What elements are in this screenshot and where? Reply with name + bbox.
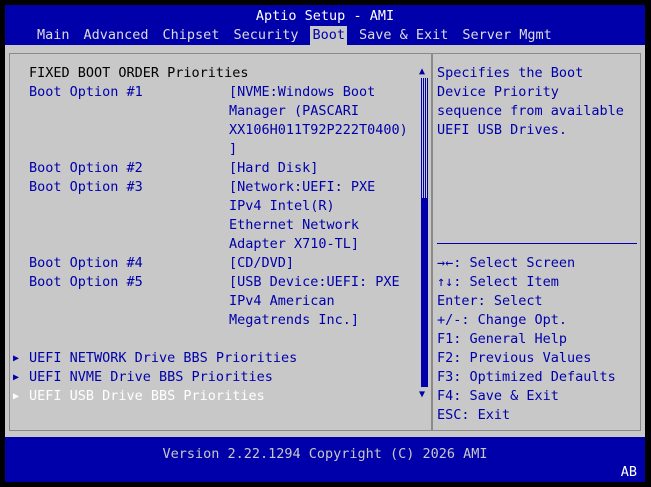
submenu-uefi-nvme[interactable]: UEFI NVME Drive BBS Priorities (29, 368, 273, 387)
app-title: Aptio Setup - AMI (255, 8, 395, 24)
tab-boot[interactable]: Boot (310, 26, 347, 45)
menu-tabs: Main Advanced Chipset Security Boot Save… (35, 26, 564, 45)
tab-server-mgmt[interactable]: Server Mgmt (460, 26, 553, 45)
boot-option-4-label[interactable]: Boot Option #4 (29, 254, 143, 273)
submenu-arrow-icon: ▶ (13, 353, 20, 364)
boot-option-5-value-line-2[interactable]: IPv4 American (229, 292, 335, 311)
scroll-down-icon[interactable]: ▼ (419, 389, 425, 401)
submenu-uefi-usb[interactable]: UEFI USB Drive BBS Priorities (29, 387, 265, 406)
boot-option-3-value-line-2[interactable]: IPv4 Intel(R) (229, 197, 335, 216)
scrollbar-lower (421, 198, 428, 387)
submenu-arrow-icon: ▶ (13, 391, 20, 402)
key-help-save-exit: F4: Save & Exit (437, 388, 559, 404)
status-badge: AB (620, 464, 637, 480)
boot-option-3-value-line-1[interactable]: [Network:UEFI: PXE (229, 178, 375, 197)
boot-option-1-value-line-1[interactable]: [NVME:Windows Boot (229, 83, 375, 102)
boot-option-1-label[interactable]: Boot Option #1 (29, 83, 143, 102)
key-help-esc-exit: ESC: Exit (437, 407, 511, 423)
help-divider (437, 243, 637, 244)
key-help-select-screen: →←: Select Screen (437, 255, 576, 271)
key-help-select-item: ↑↓: Select Item (437, 274, 559, 290)
key-help-optimized-defaults: F3: Optimized Defaults (437, 369, 616, 385)
help-text-line-2: Device Priority (437, 84, 559, 100)
boot-option-1-value-line-3[interactable]: XX106H011T92P222T0400) (229, 121, 408, 140)
boot-option-3-label[interactable]: Boot Option #3 (29, 178, 143, 197)
boot-option-5-value-line-3[interactable]: Megatrends Inc.] (229, 311, 359, 330)
boot-option-3-value-line-4[interactable]: Adapter X710-TL] (229, 235, 359, 254)
footer-bar: Version 2.22.1294 Copyright (C) 2026 AMI… (5, 437, 645, 482)
version-text: Version 2.22.1294 Copyright (C) 2026 AMI (162, 446, 488, 462)
title-bar: Aptio Setup - AMI Main Advanced Chipset … (5, 5, 645, 45)
key-help-change-opt: +/-: Change Opt. (437, 312, 568, 328)
boot-option-5-value-line-1[interactable]: [USB Device:UEFI: PXE (229, 273, 400, 292)
tab-save-exit[interactable]: Save & Exit (357, 26, 450, 45)
help-text-line-3: sequence from available (437, 103, 624, 119)
key-help-general-help: F1: General Help (437, 331, 568, 347)
scroll-up-icon[interactable]: ▲ (419, 66, 425, 78)
boot-option-1-value-line-4[interactable]: ] (229, 140, 237, 159)
boot-option-1-value-line-2[interactable]: Manager (PASCARI (229, 102, 359, 121)
key-help-previous-values: F2: Previous Values (437, 350, 592, 366)
key-help-enter: Enter: Select (437, 293, 543, 309)
submenu-arrow-icon: ▶ (13, 372, 20, 383)
tab-advanced[interactable]: Advanced (82, 26, 151, 45)
tab-chipset[interactable]: Chipset (161, 26, 222, 45)
boot-option-2-value-line-1[interactable]: [Hard Disk] (229, 159, 318, 178)
help-text-line-1: Specifies the Boot (437, 65, 584, 81)
boot-option-4-value-line-1[interactable]: [CD/DVD] (229, 254, 294, 273)
help-text-line-4: UEFI USB Drives. (437, 122, 568, 138)
submenu-uefi-network[interactable]: UEFI NETWORK Drive BBS Priorities (29, 349, 297, 368)
boot-option-5-label[interactable]: Boot Option #5 (29, 273, 143, 292)
boot-option-3-value-line-3[interactable]: Ethernet Network (229, 216, 359, 235)
section-heading: FIXED BOOT ORDER Priorities (29, 65, 249, 81)
boot-option-2-label[interactable]: Boot Option #2 (29, 159, 143, 178)
scrollbar-thumb[interactable] (421, 78, 428, 198)
tab-main[interactable]: Main (35, 26, 72, 45)
tab-security[interactable]: Security (231, 26, 300, 45)
